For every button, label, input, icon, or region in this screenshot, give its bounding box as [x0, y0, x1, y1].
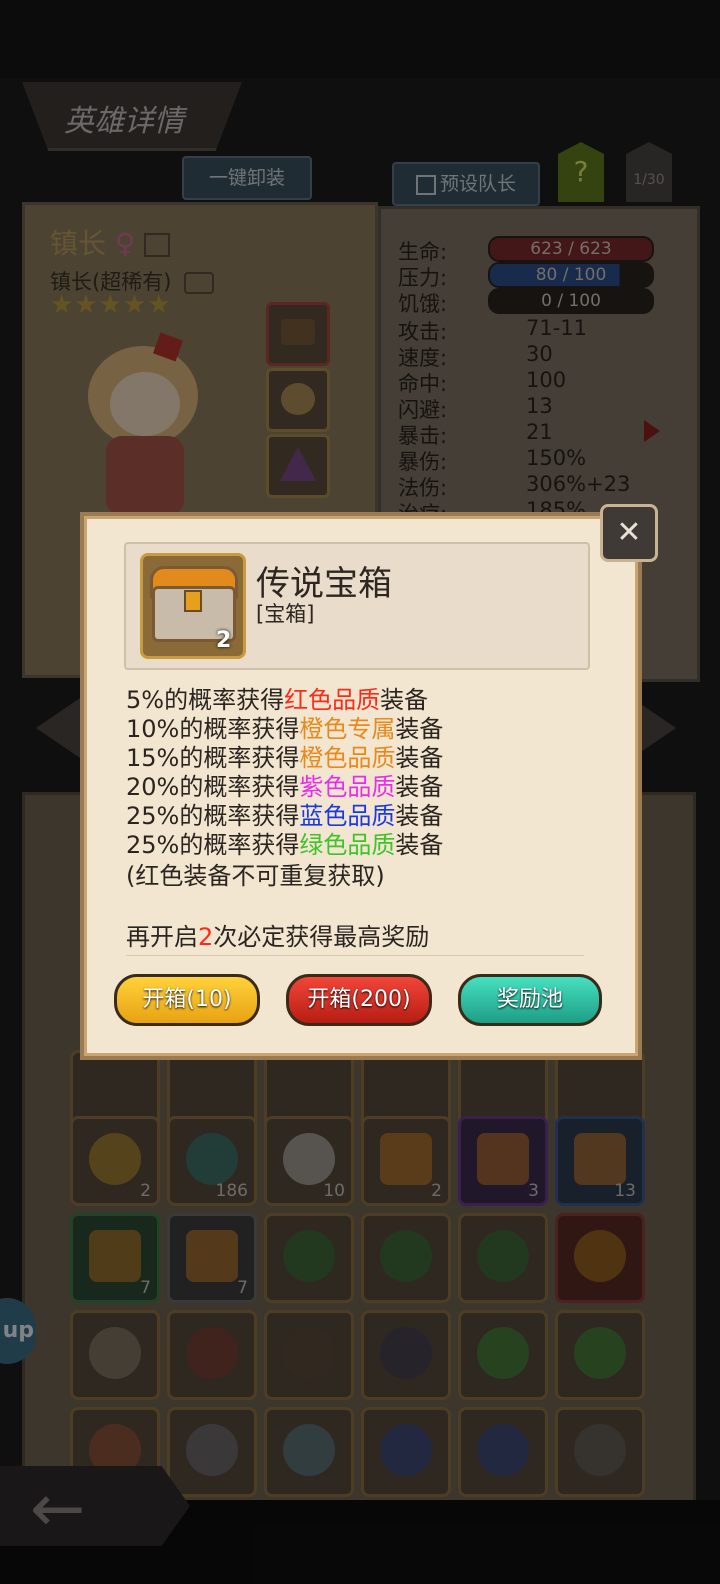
chest-lock	[184, 590, 202, 612]
divider	[126, 955, 584, 956]
guarantee-count: 2	[198, 923, 214, 951]
item-type: [宝箱]	[256, 602, 315, 626]
quality-label: 绿色品质	[299, 831, 396, 859]
probability-prefix: 25%的概率获得	[126, 831, 300, 859]
probability-suffix: 装备	[395, 831, 444, 859]
red-equipment-note: (红色装备不可重复获取)	[126, 862, 385, 890]
open-200-button[interactable]: 开箱(200)	[286, 974, 432, 1026]
item-count-badge: 2	[216, 628, 232, 653]
reward-pool-button[interactable]: 奖励池	[458, 974, 602, 1026]
game-screen: 英雄详情 一键卸装 预设队长 ? 1/30 镇长 ♀ 镇长(超稀有) ★★★★★…	[0, 0, 720, 1584]
open-10-button[interactable]: 开箱(10)	[114, 974, 260, 1026]
probability-line: 25%的概率获得绿色品质装备	[126, 825, 443, 860]
close-button[interactable]: ✕	[600, 504, 658, 562]
guarantee-suffix: 次必定获得最高奖励	[213, 923, 430, 951]
guarantee-prefix: 再开启	[126, 923, 198, 951]
close-icon: ✕	[616, 515, 642, 550]
guarantee-line: 再开启2次必定获得最高奖励	[126, 917, 429, 952]
